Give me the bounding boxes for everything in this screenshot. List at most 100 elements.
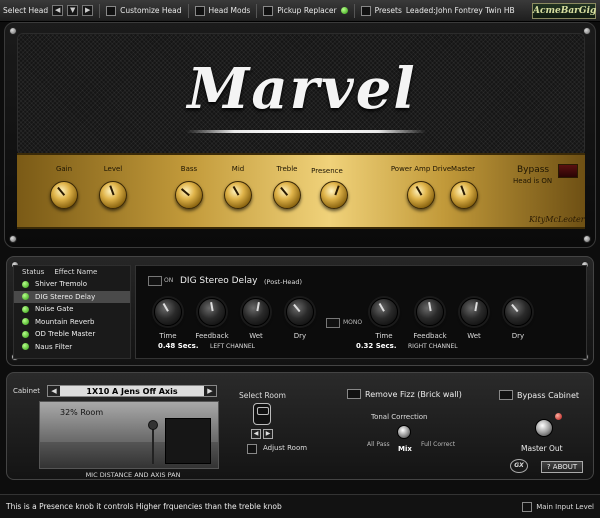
about-label: ABOUT [552, 463, 578, 471]
all-pass-label: All Pass [367, 441, 390, 448]
microphone-icon[interactable] [148, 420, 158, 430]
left-feedback-label: Feedback [195, 332, 229, 340]
brand-logo: AcmeBarGig [532, 3, 596, 19]
effect-subtitle: (Post-Head) [264, 278, 303, 286]
bypass-head-button[interactable] [558, 164, 578, 178]
left-feedback-knob[interactable] [198, 298, 226, 326]
effect-item-shiver-tremolo[interactable]: Shiver Tremolo [14, 278, 130, 291]
head-mods-label: Head Mods [208, 6, 251, 15]
amp-grille: Marvel [17, 33, 585, 155]
effect-item-od-treble-master[interactable]: OD Treble Master [14, 328, 130, 341]
remove-fizz-toggle[interactable] [347, 389, 361, 399]
presets-checkbox[interactable] [360, 5, 371, 16]
presence-label: Presence [311, 167, 343, 175]
right-time-label: Time [375, 332, 393, 340]
screw-icon [583, 235, 591, 243]
effect-status-led-icon[interactable] [22, 280, 29, 288]
effect-status-led-icon[interactable] [22, 305, 29, 313]
right-time-knob[interactable] [370, 298, 398, 326]
head-mods-checkbox[interactable] [194, 5, 205, 16]
mid-knob[interactable] [224, 181, 252, 209]
left-time-knob[interactable] [154, 298, 182, 326]
select-head-label: Select Head [3, 6, 49, 15]
right-wet-knob[interactable] [460, 298, 488, 326]
master-out-knob[interactable] [535, 419, 553, 437]
effects-list-header: Status Effect Name [14, 266, 130, 278]
left-time-value: 0.48 Secs. [158, 342, 199, 350]
divider [353, 3, 355, 18]
mic-position-pad[interactable]: 32% Room [39, 401, 219, 469]
effect-on-toggle[interactable] [148, 276, 162, 286]
right-wet-label: Wet [467, 332, 481, 340]
loaded-preset-text: Leaded:John Fontrey Twin HB [405, 6, 515, 15]
effect-status-led-icon[interactable] [22, 293, 29, 301]
effect-item-dig-stereo-delay[interactable]: DIG Stereo Delay [14, 290, 130, 303]
right-dry-knob[interactable] [504, 298, 532, 326]
cabinet-label: Cabinet [13, 387, 41, 395]
screw-icon [9, 27, 17, 35]
effect-item-naus-filter[interactable]: Naus Filter [14, 341, 130, 354]
pickup-replacer-led-icon [340, 7, 348, 14]
cabinet-selector[interactable]: ◀ 1X10 A Jens Off Axis ▶ [47, 385, 217, 397]
bypass-cabinet-label: Bypass Cabinet [517, 391, 579, 400]
cabinet-name: 1X10 A Jens Off Axis [86, 386, 178, 396]
head-prev-button[interactable]: ◀ [52, 5, 64, 16]
head-next-button[interactable]: ▶ [82, 5, 94, 16]
effect-editor: ON DIG Stereo Delay (Post-Head) Time Fee… [135, 265, 587, 359]
effect-item-noise-gate[interactable]: Noise Gate [14, 303, 130, 316]
level-knob[interactable] [99, 181, 127, 209]
pickup-replacer-label: Pickup Replacer [277, 6, 337, 15]
head-dropdown-button[interactable]: ▼ [67, 5, 79, 16]
left-dry-label: Dry [293, 332, 307, 340]
left-wet-knob[interactable] [242, 298, 270, 326]
effect-name: OD Treble Master [35, 330, 96, 339]
select-room-label: Select Room [239, 391, 286, 400]
cabinet-next-button[interactable]: ▶ [204, 386, 216, 396]
amp-control-panel: Gain Level Bass Mid Treble Presence Powe… [17, 153, 585, 229]
tonal-correction-knob[interactable] [397, 425, 411, 439]
clip-led-icon [555, 413, 562, 420]
presence-knob[interactable] [320, 181, 348, 209]
pickup-replacer-checkbox[interactable] [263, 5, 274, 16]
effect-status-led-icon[interactable] [22, 343, 29, 351]
screw-icon [583, 27, 591, 35]
divider [99, 3, 101, 18]
mono-toggle[interactable] [326, 318, 340, 328]
about-button[interactable]: ? ABOUT [541, 461, 583, 473]
room-prev-button[interactable]: ◀ [251, 429, 261, 439]
effects-unit: Status Effect Name Shiver Tremolo DIG St… [6, 256, 594, 366]
gain-knob[interactable] [50, 181, 78, 209]
room-percent-label: 32% Room [60, 408, 104, 417]
treble-knob[interactable] [273, 181, 301, 209]
bypass-cabinet-toggle[interactable] [499, 390, 513, 400]
left-time-label: Time [159, 332, 177, 340]
effect-name: Shiver Tremolo [35, 280, 87, 289]
room-selector-arrows: ◀ ▶ [251, 429, 273, 439]
effect-status-led-icon[interactable] [22, 318, 29, 326]
right-feedback-label: Feedback [413, 332, 447, 340]
left-wet-label: Wet [249, 332, 263, 340]
effect-name: Mountain Reverb [35, 317, 95, 326]
main-input-level-checkbox[interactable] [522, 501, 533, 512]
effect-name: Noise Gate [35, 305, 74, 314]
master-knob[interactable] [450, 181, 478, 209]
cabinet-prev-button[interactable]: ◀ [48, 386, 60, 396]
left-channel-label: LEFT CHANNEL [210, 343, 255, 350]
signature: KityMcLeoter [529, 215, 585, 224]
effect-title: DIG Stereo Delay [180, 276, 258, 286]
customize-head-checkbox[interactable] [106, 5, 117, 16]
top-toolbar: Select Head ◀ ▼ ▶ Customize Head Head Mo… [0, 0, 600, 22]
effect-status-led-icon[interactable] [22, 330, 29, 338]
bass-knob[interactable] [175, 181, 203, 209]
power-amp-drive-knob[interactable] [407, 181, 435, 209]
effects-list: Status Effect Name Shiver Tremolo DIG St… [13, 265, 131, 359]
status-column-header: Status [22, 268, 45, 276]
right-channel-label: RIGHT CHANNEL [408, 343, 458, 350]
left-dry-knob[interactable] [286, 298, 314, 326]
adjust-room-checkbox[interactable] [247, 444, 257, 454]
room-next-button[interactable]: ▶ [263, 429, 273, 439]
right-feedback-knob[interactable] [416, 298, 444, 326]
head-status-label: Head is ON [513, 177, 553, 185]
master-label: Master [451, 165, 475, 173]
effect-item-mountain-reverb[interactable]: Mountain Reverb [14, 316, 130, 329]
